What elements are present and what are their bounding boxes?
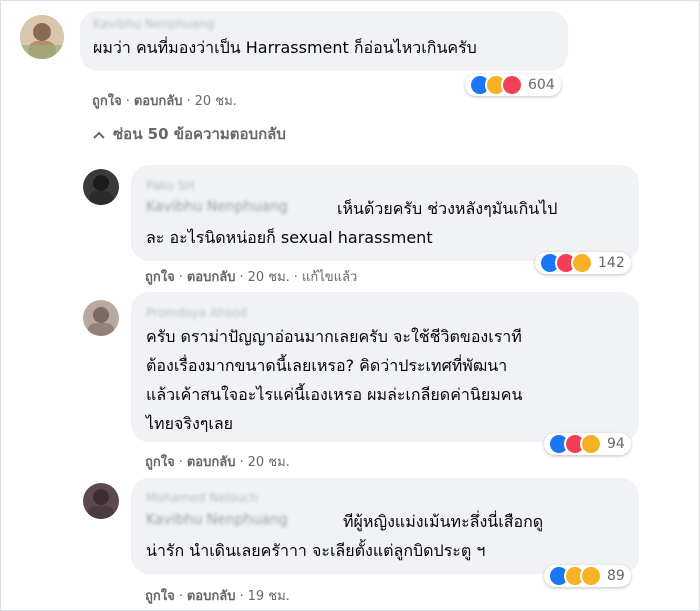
reply-text-line: ทีผู้หญิงแม่งเม้นทะลึ่งนี่เสือกดู bbox=[343, 512, 544, 531]
reaction-summary[interactable]: 142 bbox=[535, 252, 631, 274]
reply-bubble: Promdoya Ahsod ครับ ดราม่าปัญญาอ่อนมากเล… bbox=[131, 292, 639, 442]
like-link[interactable]: ถูกใจ bbox=[145, 270, 175, 285]
reaction-summary[interactable]: 94 bbox=[544, 433, 631, 455]
reply-link[interactable]: ตอบกลับ bbox=[187, 455, 236, 470]
haha-reaction-icon bbox=[571, 252, 593, 274]
mention-tag[interactable]: Kavibhu Nenphuang bbox=[146, 512, 288, 528]
edited-label[interactable]: แก้ไขแล้ว bbox=[302, 270, 357, 285]
timestamp[interactable]: 20 ชม. bbox=[195, 94, 237, 109]
commenter-name[interactable]: Pako SH bbox=[146, 179, 194, 193]
reply-text-line: ต้องเรื่องมากขนาดนี้เลยเหรอ? คิดว่าประเท… bbox=[146, 356, 508, 375]
avatar[interactable] bbox=[83, 483, 119, 519]
commenter-name[interactable]: Mohamed Nelouch bbox=[146, 491, 258, 505]
hide-replies-label: ซ่อน 50 ข้อความตอบกลับ bbox=[113, 125, 286, 143]
reply-text-line: ละ อะไรนิดหน่อยก็ sexual harassment bbox=[146, 228, 433, 247]
chevron-up-icon bbox=[93, 125, 105, 143]
reaction-count: 89 bbox=[607, 568, 625, 584]
reply-text-line: เห็นด้วยครับ ช่วงหลังๆมันเกินไป bbox=[337, 199, 558, 218]
comment-thread: Kavibhu Nenphuang ผมว่า คนที่มองว่าเป็น … bbox=[0, 0, 700, 611]
avatar[interactable] bbox=[83, 169, 119, 205]
commenter-name[interactable]: Promdoya Ahsod bbox=[146, 306, 247, 320]
reply-bubble: Pako SH Kavibhu Nenphuang เห็นด้วยครับ ช… bbox=[131, 165, 639, 261]
reply-bubble: Mohamed Nelouch Kavibhu Nenphuang ทีผู้ห… bbox=[131, 478, 639, 574]
reply-actions: ถูกใจ · ตอบกลับ · 19 ชม. bbox=[145, 589, 290, 604]
hide-replies-button[interactable]: ซ่อน 50 ข้อความตอบกลับ bbox=[93, 122, 286, 146]
reaction-count: 94 bbox=[607, 436, 625, 452]
reply-link[interactable]: ตอบกลับ bbox=[187, 270, 236, 285]
reaction-count: 142 bbox=[598, 255, 625, 271]
avatar[interactable] bbox=[20, 15, 64, 59]
sad-reaction-icon bbox=[580, 565, 602, 587]
comment-bubble: Kavibhu Nenphuang ผมว่า คนที่มองว่าเป็น … bbox=[80, 11, 568, 71]
commenter-name[interactable]: Kavibhu Nenphuang bbox=[93, 17, 214, 31]
like-link[interactable]: ถูกใจ bbox=[145, 589, 175, 604]
timestamp[interactable]: 19 ชม. bbox=[248, 589, 290, 604]
avatar[interactable] bbox=[83, 300, 119, 336]
love-reaction-icon bbox=[501, 74, 523, 96]
reply-actions: ถูกใจ · ตอบกลับ · 20 ชม. bbox=[145, 455, 290, 470]
reply-text-line: ไทยจริงๆเลย bbox=[146, 414, 233, 433]
reply-link[interactable]: ตอบกลับ bbox=[134, 94, 183, 109]
reply-actions: ถูกใจ · ตอบกลับ · 20 ชม. · แก้ไขแล้ว bbox=[145, 270, 358, 285]
reaction-summary[interactable]: 604 bbox=[465, 74, 561, 96]
timestamp[interactable]: 20 ชม. bbox=[248, 270, 290, 285]
care-reaction-icon bbox=[580, 433, 602, 455]
like-link[interactable]: ถูกใจ bbox=[92, 94, 122, 109]
reply-text-line: ครับ ดราม่าปัญญาอ่อนมากเลยครับ จะใช้ชีวิ… bbox=[146, 327, 522, 346]
comment-actions: ถูกใจ · ตอบกลับ · 20 ชม. bbox=[92, 94, 237, 109]
like-link[interactable]: ถูกใจ bbox=[145, 455, 175, 470]
comment-text-line: ผมว่า คนที่มองว่าเป็น Harrassment ก็อ่อน… bbox=[93, 38, 477, 57]
timestamp[interactable]: 20 ชม. bbox=[248, 455, 290, 470]
reply-link[interactable]: ตอบกลับ bbox=[187, 589, 236, 604]
reply-text-line: น่ารัก นำเดินเลยครัาาา จะเลียตั้งแต่ลูกบ… bbox=[146, 541, 486, 560]
reaction-count: 604 bbox=[528, 77, 555, 93]
reply-text-line: แล้วเค้าสนใจอะไรแค่นี้เองเหรอ ผมล่ะเกลีย… bbox=[146, 385, 523, 404]
mention-tag[interactable]: Kavibhu Nenphuang bbox=[146, 199, 288, 215]
reaction-summary[interactable]: 89 bbox=[544, 565, 631, 587]
